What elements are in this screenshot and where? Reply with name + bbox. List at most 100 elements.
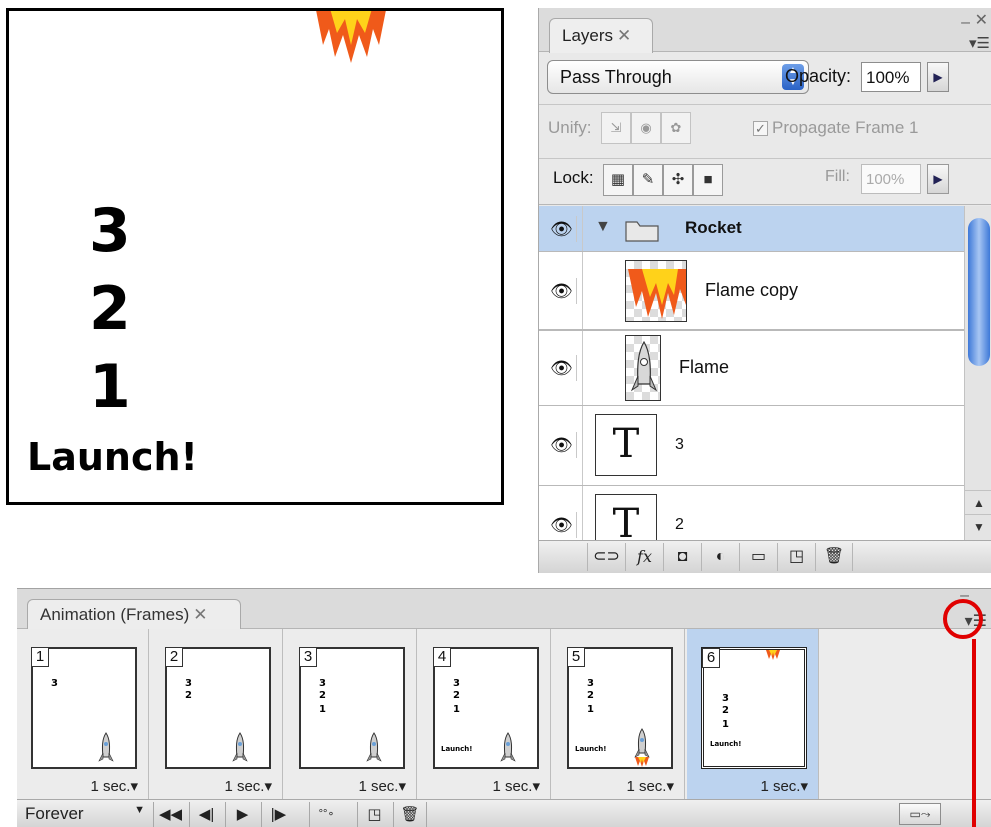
frame-delay: 1 sec. (760, 778, 801, 795)
visibility-eye-icon[interactable]: 👁 (547, 355, 577, 381)
adjustment-icon[interactable]: ◐ (701, 543, 739, 571)
frame-countdown-2: 2 (319, 690, 326, 701)
group-icon[interactable]: ▭ (739, 543, 777, 571)
fx-icon[interactable]: fx (625, 543, 663, 571)
first-frame-icon[interactable]: ◀◀ (153, 802, 187, 827)
rocket-icon (98, 732, 114, 762)
scroll-down-icon[interactable]: ▼ (965, 514, 991, 538)
frame-thumbnail: 5 3 2 1 Launch! (567, 647, 673, 769)
flame-icon (635, 757, 649, 767)
unify-position-icon[interactable]: ⇲ (601, 112, 631, 144)
animation-bottom-toolbar: Forever ▼ ◀◀ ◀| ▶ |▶ °°∘ ◳ 🗑 ▭⤳ (17, 799, 991, 827)
unify-visibility-icon[interactable]: ◉ (631, 112, 661, 144)
scrollbar-thumb[interactable] (968, 218, 990, 366)
panel-menu-icon[interactable]: ▾☰ (969, 34, 990, 52)
frame-delay-select[interactable]: 1 sec.▾ (358, 777, 406, 795)
mask-icon[interactable]: ◘ (663, 543, 701, 571)
frame-thumbnail: 3 3 2 1 (299, 647, 405, 769)
layer-row-text-3[interactable]: 👁 T 3 (539, 406, 964, 486)
layer-row-rocket[interactable]: 👁 ▼ Rocket (539, 206, 964, 252)
tween-icon[interactable]: °°∘ (309, 802, 343, 827)
frame-delay-select[interactable]: 1 sec.▾ (760, 777, 808, 795)
animation-frame-5[interactable]: 5 3 2 1 Launch! 1 sec.▾ (553, 629, 685, 799)
visibility-eye-icon[interactable]: 👁 (547, 278, 577, 304)
layer-row-text-2[interactable]: 👁 T 2 (539, 486, 964, 540)
opacity-input[interactable]: 100% (861, 62, 921, 92)
close-tab-icon[interactable]: ✕ (193, 605, 207, 624)
frame-number: 6 (702, 648, 720, 668)
lock-transparent-icon[interactable]: ▦ (603, 164, 633, 196)
rocket-icon (500, 732, 516, 762)
close-panel-icon[interactable]: ✕ (975, 10, 988, 30)
frame-number: 4 (433, 647, 451, 667)
frame-countdown-1: 1 (722, 719, 729, 730)
frame-countdown-3: 3 (51, 678, 58, 689)
lock-position-icon[interactable]: ✣ (663, 164, 693, 196)
layer-name: 2 (675, 516, 684, 533)
chevron-down-icon: ▾ (264, 778, 272, 795)
propagate-frame-checkbox[interactable]: ✓ Propagate Frame 1 (753, 118, 918, 138)
frame-delay-select[interactable]: 1 sec.▾ (492, 777, 540, 795)
play-icon[interactable]: ▶ (225, 802, 259, 827)
lock-all-icon[interactable]: ■ (693, 164, 723, 196)
lock-image-icon[interactable]: ✎ (633, 164, 663, 196)
document-canvas[interactable]: 3 2 1 Launch! (6, 8, 504, 505)
animation-frame-1[interactable]: 1 3 1 sec.▾ (17, 629, 149, 799)
unify-label: Unify: (548, 118, 592, 137)
frame-countdown-3: 3 (319, 678, 326, 689)
animation-frame-4[interactable]: 4 3 2 1 Launch! 1 sec.▾ (419, 629, 551, 799)
visibility-eye-icon[interactable]: 👁 (547, 432, 577, 458)
animation-frame-3[interactable]: 3 3 2 1 1 sec.▾ (285, 629, 417, 799)
layers-scrollbar[interactable]: ▲ ▼ (964, 206, 991, 540)
tab-layers[interactable]: Layers ✕ (549, 18, 653, 53)
visibility-eye-icon[interactable]: 👁 (547, 216, 577, 242)
frame-delay: 1 sec. (358, 778, 399, 795)
animation-frame-2[interactable]: 2 3 2 1 sec.▾ (151, 629, 283, 799)
blend-mode-select[interactable]: Pass Through ▲ ▼ (547, 60, 809, 94)
disclosure-triangle-icon[interactable]: ▼ (595, 218, 611, 236)
propagate-label: Propagate Frame 1 (772, 118, 919, 137)
flame-thumbnail-icon (628, 269, 686, 319)
visibility-eye-icon[interactable]: 👁 (547, 512, 577, 538)
fill-slider-button[interactable]: ▶ (927, 164, 949, 194)
layer-name: Flame copy (705, 280, 799, 300)
animation-panel: Animation (Frames) ✕ – ▾☰ 1 3 1 sec.▾ 2 3… (17, 587, 991, 827)
layer-row-flame-copy[interactable]: 👁 Flame copy (539, 252, 964, 330)
frame-countdown-2: 2 (587, 690, 594, 701)
frame-countdown-3: 3 (185, 678, 192, 689)
fill-label: Fill: (825, 168, 850, 185)
frame-number: 5 (567, 647, 585, 667)
trash-icon[interactable]: 🗑 (815, 543, 853, 571)
prev-frame-icon[interactable]: ◀| (189, 802, 223, 827)
layer-name: 3 (675, 436, 684, 453)
frame-delay: 1 sec. (626, 778, 667, 795)
convert-to-timeline-icon[interactable]: ▭⤳ (899, 803, 941, 825)
chevron-down-icon: ▼ (134, 804, 145, 816)
tab-animation-frames[interactable]: Animation (Frames) ✕ (27, 599, 241, 630)
layer-row-flame[interactable]: 👁 Flame (539, 330, 964, 406)
next-frame-icon[interactable]: |▶ (261, 802, 295, 827)
minimize-icon[interactable]: – (961, 14, 970, 32)
frame-delay-select[interactable]: 1 sec.▾ (90, 777, 138, 795)
chevron-down-icon: ▾ (666, 778, 674, 795)
frame-delay-select[interactable]: 1 sec.▾ (626, 777, 674, 795)
unify-style-icon[interactable]: ✿ (661, 112, 691, 144)
trash-icon[interactable]: 🗑 (393, 802, 427, 827)
link-icon[interactable]: ⊂⊃ (587, 543, 625, 571)
new-layer-icon[interactable]: ◳ (777, 543, 815, 571)
checkbox-icon[interactable]: ✓ (753, 121, 768, 136)
rocket-thumbnail-icon (630, 340, 658, 392)
chevron-down-icon: ▾ (398, 778, 406, 795)
scroll-up-icon[interactable]: ▲ (965, 490, 991, 514)
layer-list: 👁 ▼ Rocket 👁 Flame copy 👁 Flame 👁 T 3 👁 … (539, 206, 964, 540)
animation-tab-bar: Animation (Frames) ✕ – ▾☰ (17, 587, 991, 630)
duplicate-frame-icon[interactable]: ◳ (357, 802, 391, 827)
frame-delay-select[interactable]: 1 sec.▾ (224, 777, 272, 795)
fill-input[interactable]: 100% (861, 164, 921, 194)
animation-frame-6[interactable]: 6 3 2 1 Launch! 1 sec.▾ (687, 629, 819, 799)
opacity-slider-button[interactable]: ▶ (927, 62, 949, 92)
frame-thumbnail: 4 3 2 1 Launch! (433, 647, 539, 769)
frame-launch-text: Launch! (710, 740, 742, 748)
close-tab-icon[interactable]: ✕ (617, 26, 631, 45)
loop-options-select[interactable]: Forever ▼ (25, 804, 149, 826)
